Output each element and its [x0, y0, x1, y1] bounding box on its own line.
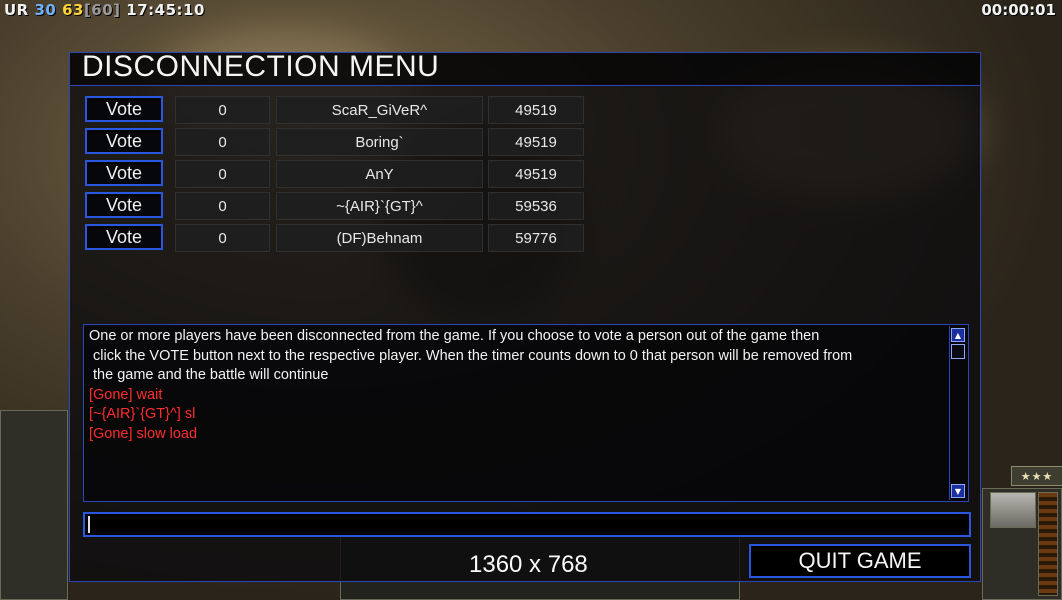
vote-count: 0: [175, 192, 270, 220]
vote-count: 0: [175, 160, 270, 188]
chat-info-line: One or more players have been disconnect…: [89, 328, 820, 344]
scroll-thumb[interactable]: [951, 344, 965, 359]
vote-count: 0: [175, 224, 270, 252]
vote-button[interactable]: Vote: [85, 192, 163, 218]
resolution-label: 1360 x 768: [469, 551, 588, 578]
menu-title: DISCONNECTION MENU: [82, 50, 440, 83]
scroll-up-arrow-icon[interactable]: ▲: [951, 328, 965, 342]
vote-button[interactable]: Vote: [85, 224, 163, 250]
vote-button[interactable]: Vote: [85, 128, 163, 154]
fps-value: 30: [34, 1, 57, 19]
chat-log: One or more players have been disconnect…: [83, 324, 969, 502]
player-ping: 49519: [488, 128, 584, 156]
portrait-thumbnail: [990, 492, 1036, 528]
hud-left-panel: [0, 410, 68, 600]
player-ping: 49519: [488, 96, 584, 124]
clock: 17:45:10: [126, 1, 205, 19]
chat-scrollbar[interactable]: ▲ ▼: [949, 326, 967, 500]
game-timer: 00:00:01: [981, 1, 1056, 19]
chat-text: One or more players have been disconnect…: [89, 327, 949, 444]
player-ping: 59776: [488, 224, 584, 252]
text-caret: [88, 516, 90, 533]
scroll-down-arrow-icon[interactable]: ▼: [951, 484, 965, 498]
chat-info-line: the game and the battle will continue: [89, 367, 329, 383]
player-name: ~{AIR}`{GT}^: [276, 192, 483, 220]
vote-count: 0: [175, 128, 270, 156]
hud-stats: UR 30 63[60] 17:45:10: [4, 1, 205, 19]
chat-message: [Gone] wait: [89, 386, 163, 403]
quit-game-button[interactable]: QUIT GAME: [749, 544, 971, 578]
player-ping: 59536: [488, 192, 584, 220]
player-name: ScaR_GiVeR^: [276, 96, 483, 124]
menu-title-bar: DISCONNECTION MENU: [70, 50, 980, 86]
vote-button[interactable]: Vote: [85, 96, 163, 122]
chat-message: [~{AIR}`{GT}^] sl: [89, 406, 196, 422]
power-meter: [1038, 492, 1058, 596]
player-name: Boring`: [276, 128, 483, 156]
faction-label: UR: [4, 1, 29, 19]
vote-button[interactable]: Vote: [85, 160, 163, 186]
fps-current: 63: [62, 1, 84, 19]
disconnection-menu: DISCONNECTION MENU Vote 0 ScaR_GiVeR^ 49…: [69, 50, 981, 582]
rank-stars-badge: ★★★: [1011, 466, 1062, 486]
fps-cap: [60]: [83, 1, 121, 19]
chat-input[interactable]: [83, 512, 971, 537]
player-ping: 49519: [488, 160, 584, 188]
chat-info-line: click the VOTE button next to the respec…: [89, 347, 853, 364]
chat-message: [Gone] slow load: [89, 425, 198, 442]
player-name: (DF)Behnam: [276, 224, 483, 252]
player-name: AnY: [276, 160, 483, 188]
vote-count: 0: [175, 96, 270, 124]
